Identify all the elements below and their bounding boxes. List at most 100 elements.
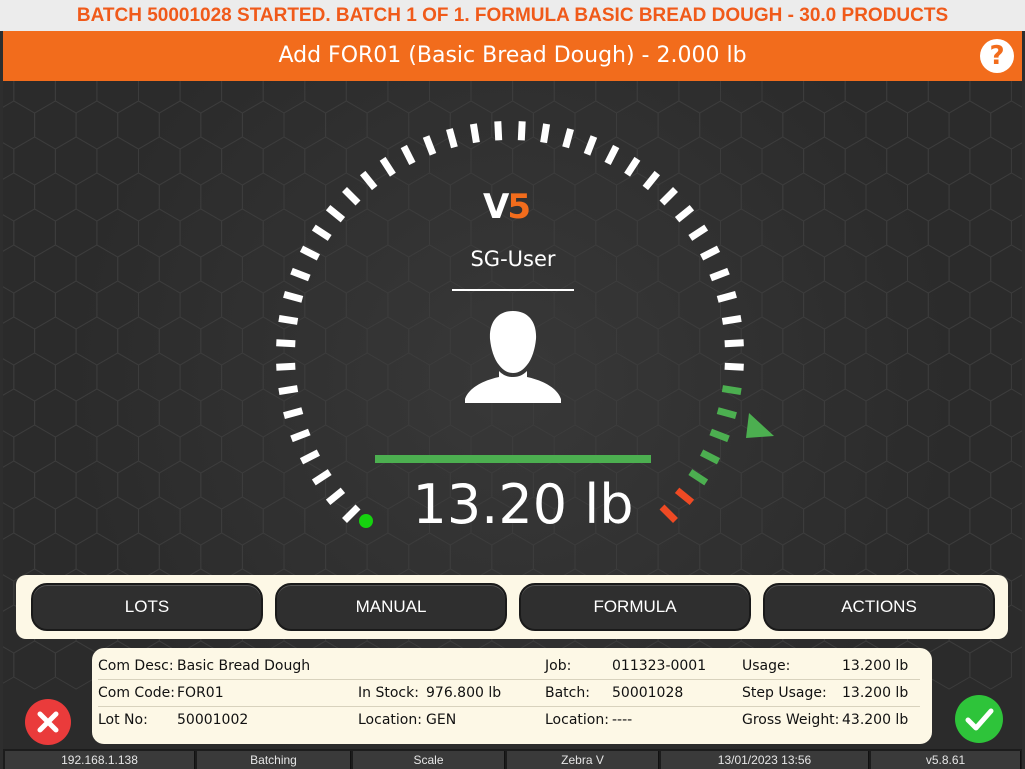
dial-tick (604, 144, 620, 165)
dial-tick (278, 314, 299, 325)
dial-tick (716, 291, 737, 303)
dial-tick (716, 407, 737, 419)
batch-status-banner: BATCH 50001028 STARTED. BATCH 1 OF 1. FO… (0, 0, 1025, 31)
lot-no-value: 50001002 (177, 712, 249, 728)
location-value: GEN (426, 712, 457, 728)
check-icon (965, 708, 994, 731)
actions-button[interactable]: ACTIONS (763, 583, 995, 631)
zero-indicator-icon (359, 514, 373, 528)
gross-weight-value: 43.200 lb (842, 712, 909, 728)
dial-tick (283, 291, 304, 303)
dial-tick (342, 504, 361, 523)
dial-tick (469, 123, 480, 144)
dial-tick (583, 135, 598, 156)
help-button[interactable]: ? (980, 39, 1014, 73)
dial-tick (400, 144, 416, 165)
in-stock-value: 976.800 lb (426, 685, 502, 701)
dial-tick (724, 339, 744, 348)
target-arrow-icon (746, 413, 774, 438)
info-row: Com Code: FOR01 In Stock: 976.800 lb Bat… (98, 681, 920, 707)
formula-button[interactable]: FORMULA (519, 583, 751, 631)
com-desc-value: Basic Bread Dough (177, 658, 311, 674)
location2-label: Location: (545, 712, 609, 728)
dial-tick (642, 170, 661, 191)
dial-tick (700, 245, 721, 261)
dial-tick (422, 135, 437, 156)
dial-tick (311, 469, 332, 486)
status-bar: 192.168.1.138 Batching Scale Zebra V 13/… (3, 749, 1022, 769)
gross-weight-label: Gross Weight: (742, 712, 840, 728)
dial-tick (290, 267, 311, 282)
status-datetime: 13/01/2023 13:56 (661, 751, 869, 769)
step-title-bar: Add FOR01 (Basic Bread Dough) - 2.000 lb… (3, 31, 1022, 81)
help-icon: ? (989, 41, 1005, 71)
v5-logo: V5 (483, 187, 531, 227)
usage-label: Usage: (742, 658, 791, 674)
dial-tick (721, 385, 742, 396)
close-icon (37, 711, 59, 733)
confirm-button[interactable] (955, 695, 1003, 743)
location2-value: ---- (612, 712, 633, 728)
dial-tick (688, 469, 709, 486)
dial-tick (342, 187, 361, 206)
dial-tick (276, 362, 296, 371)
username-label: SG-User (470, 247, 556, 271)
job-label: Job: (545, 658, 572, 674)
status-mode: Batching (197, 751, 351, 769)
action-button-panel: LOTS MANUAL FORMULA ACTIONS (16, 575, 1008, 639)
target-progress-bar (375, 455, 651, 463)
dial-tick (278, 385, 299, 396)
dial-tick (709, 267, 730, 282)
batch-label: Batch: (545, 685, 590, 701)
job-value: 011323-0001 (612, 658, 707, 674)
dial-tick (325, 204, 346, 223)
step-usage-label: Step Usage: (742, 685, 827, 701)
in-stock-label: In Stock: (358, 685, 419, 701)
status-version: v5.8.61 (871, 751, 1021, 769)
batch-value: 50001028 (612, 685, 684, 701)
cancel-button[interactable] (25, 699, 71, 745)
dial-tick (494, 121, 503, 141)
dial-tick (517, 121, 526, 141)
dial-tick (283, 407, 304, 419)
status-ip: 192.168.1.138 (5, 751, 195, 769)
dial-tick (700, 449, 721, 465)
com-code-value: FOR01 (177, 685, 224, 701)
dial-tick (674, 204, 695, 223)
step-usage-value: 13.200 lb (842, 685, 909, 701)
dial-tick (311, 224, 332, 241)
dial-tick (290, 428, 311, 443)
weight-readout: 13.20 lb (412, 473, 634, 536)
dial-tick (721, 314, 742, 325)
dial-tick (709, 428, 730, 443)
status-printer: Zebra V (507, 751, 659, 769)
dial-tick (659, 187, 678, 206)
com-code-label: Com Code: (98, 685, 175, 701)
dial-tick (299, 449, 320, 465)
usage-value: 13.200 lb (842, 658, 909, 674)
dial-tick (379, 156, 396, 177)
weighing-area: V5 SG-User 13.20 lb LOTS MANUAL FORMULA … (3, 81, 1022, 749)
component-info-panel: Com Desc: Basic Bread Dough Job: 011323-… (92, 648, 932, 744)
user-icon (465, 311, 561, 403)
status-device: Scale (353, 751, 505, 769)
manual-button[interactable]: MANUAL (275, 583, 507, 631)
dial-tick (325, 487, 346, 506)
com-desc-label: Com Desc: (98, 658, 174, 674)
dial-tick (299, 245, 320, 261)
lot-no-label: Lot No: (98, 712, 148, 728)
dial-tick (624, 156, 641, 177)
lots-button[interactable]: LOTS (31, 583, 263, 631)
dial-tick (359, 170, 378, 191)
dial-tick (446, 128, 458, 149)
dial-tick (674, 487, 695, 506)
dial-tick (276, 339, 296, 348)
dial-tick (688, 224, 709, 241)
user-divider (452, 289, 574, 291)
dial-tick (540, 123, 551, 144)
dial-tick (724, 362, 744, 371)
info-row: Lot No: 50001002 Location: GEN Location:… (98, 708, 920, 734)
dial-tick (562, 128, 574, 149)
info-row: Com Desc: Basic Bread Dough Job: 011323-… (98, 654, 920, 680)
location-label: Location: (358, 712, 422, 728)
